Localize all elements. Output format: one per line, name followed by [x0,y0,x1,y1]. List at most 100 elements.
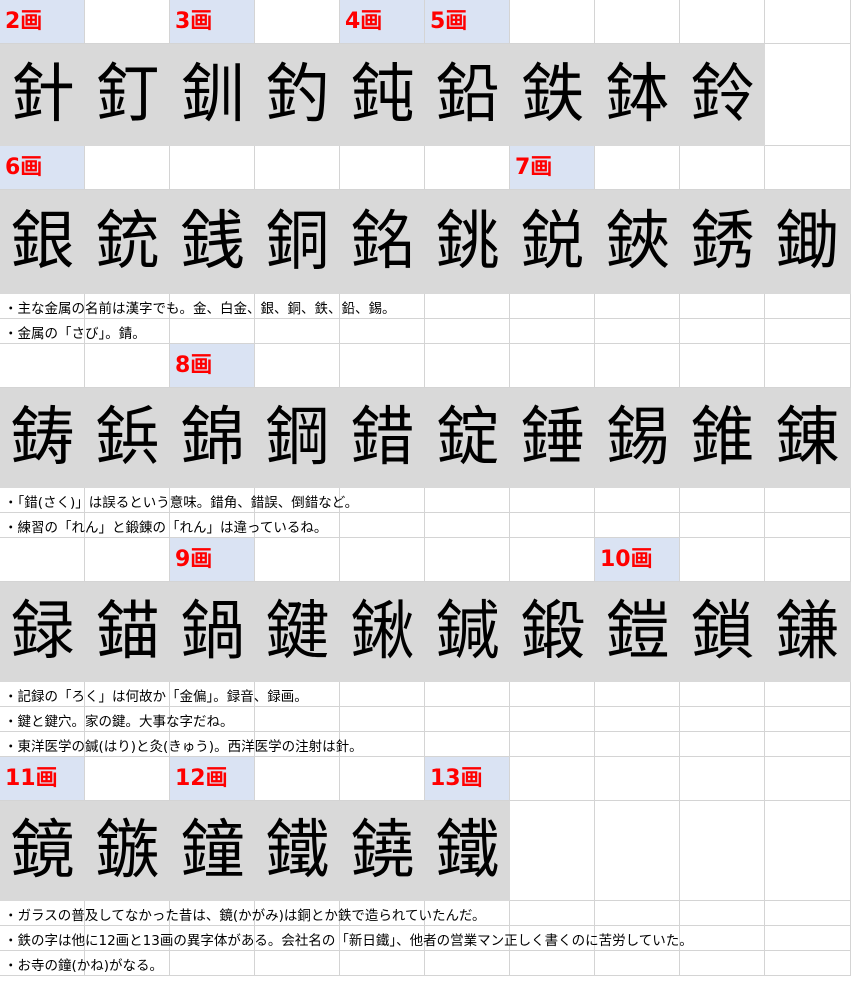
grid-cell[interactable] [595,513,680,538]
grid-cell[interactable] [680,951,765,976]
grid-cell[interactable] [680,146,765,190]
grid-cell[interactable]: 10画 [595,538,680,582]
grid-cell[interactable] [510,951,595,976]
grid-cell[interactable] [340,757,425,801]
grid-cell[interactable] [765,344,851,388]
grid-cell[interactable] [170,146,255,190]
grid-cell[interactable] [340,513,425,538]
grid-cell[interactable] [595,757,680,801]
grid-cell[interactable] [765,682,851,707]
grid-cell[interactable] [680,682,765,707]
grid-cell[interactable]: 5画 [425,0,510,44]
grid-cell[interactable] [85,0,170,44]
grid-cell[interactable] [510,488,595,513]
grid-cell[interactable] [425,488,510,513]
grid-cell[interactable] [680,319,765,344]
grid-cell[interactable] [680,0,765,44]
grid-cell[interactable] [255,319,340,344]
grid-cell[interactable] [340,319,425,344]
grid-cell[interactable] [680,901,765,926]
grid-cell[interactable] [85,344,170,388]
grid-cell[interactable] [425,146,510,190]
grid-cell[interactable] [255,538,340,582]
grid-cell[interactable] [425,682,510,707]
grid-cell[interactable] [765,0,851,44]
grid-cell[interactable] [680,538,765,582]
grid-cell[interactable]: 4画 [340,0,425,44]
grid-cell[interactable] [680,757,765,801]
grid-cell[interactable] [340,538,425,582]
grid-cell[interactable] [595,344,680,388]
grid-cell[interactable] [765,488,851,513]
grid-cell[interactable] [170,951,255,976]
grid-cell[interactable] [85,146,170,190]
grid-cell[interactable] [510,294,595,319]
grid-cell[interactable] [680,344,765,388]
grid-cell[interactable] [85,538,170,582]
grid-cell[interactable] [425,294,510,319]
grid-cell[interactable] [255,707,340,732]
grid-cell[interactable] [595,294,680,319]
grid-cell[interactable] [765,801,851,901]
grid-cell[interactable] [765,926,851,951]
grid-cell[interactable] [595,801,680,901]
grid-cell[interactable] [510,0,595,44]
grid-cell[interactable] [765,901,851,926]
grid-cell[interactable] [765,319,851,344]
grid-cell[interactable] [510,732,595,757]
grid-cell[interactable] [680,488,765,513]
grid-cell[interactable] [680,513,765,538]
grid-cell[interactable] [510,513,595,538]
grid-cell[interactable]: 13画 [425,757,510,801]
grid-cell[interactable] [510,682,595,707]
grid-cell[interactable] [425,513,510,538]
grid-cell[interactable]: 6画 [0,146,85,190]
grid-cell[interactable] [0,538,85,582]
grid-cell[interactable] [510,707,595,732]
grid-cell[interactable] [595,682,680,707]
grid-cell[interactable] [425,319,510,344]
grid-cell[interactable] [595,146,680,190]
grid-cell[interactable] [425,538,510,582]
grid-cell[interactable] [595,732,680,757]
grid-cell[interactable] [510,901,595,926]
grid-cell[interactable] [595,319,680,344]
grid-cell[interactable] [680,801,765,901]
grid-cell[interactable] [765,707,851,732]
grid-cell[interactable] [255,757,340,801]
grid-cell[interactable] [765,294,851,319]
grid-cell[interactable] [255,146,340,190]
grid-cell[interactable] [510,344,595,388]
grid-cell[interactable]: 12画 [170,757,255,801]
grid-cell[interactable] [255,0,340,44]
grid-cell[interactable] [425,732,510,757]
grid-cell[interactable] [765,538,851,582]
grid-cell[interactable] [510,801,595,901]
grid-cell[interactable] [595,901,680,926]
grid-cell[interactable] [680,294,765,319]
grid-cell[interactable] [340,146,425,190]
grid-cell[interactable] [340,682,425,707]
grid-cell[interactable] [595,951,680,976]
grid-cell[interactable] [510,319,595,344]
grid-cell[interactable] [85,757,170,801]
grid-cell[interactable] [255,344,340,388]
grid-cell[interactable] [595,707,680,732]
grid-cell[interactable] [340,344,425,388]
grid-cell[interactable] [680,732,765,757]
grid-cell[interactable] [765,146,851,190]
grid-cell[interactable] [765,513,851,538]
grid-cell[interactable] [680,707,765,732]
grid-cell[interactable] [510,538,595,582]
grid-cell[interactable] [425,951,510,976]
grid-cell[interactable] [765,44,851,146]
grid-cell[interactable] [340,707,425,732]
grid-cell[interactable]: 7画 [510,146,595,190]
grid-cell[interactable] [765,951,851,976]
grid-cell[interactable] [765,732,851,757]
grid-cell[interactable] [595,0,680,44]
grid-cell[interactable]: 8画 [170,344,255,388]
grid-cell[interactable] [255,951,340,976]
grid-cell[interactable] [0,344,85,388]
grid-cell[interactable]: 2画 [0,0,85,44]
